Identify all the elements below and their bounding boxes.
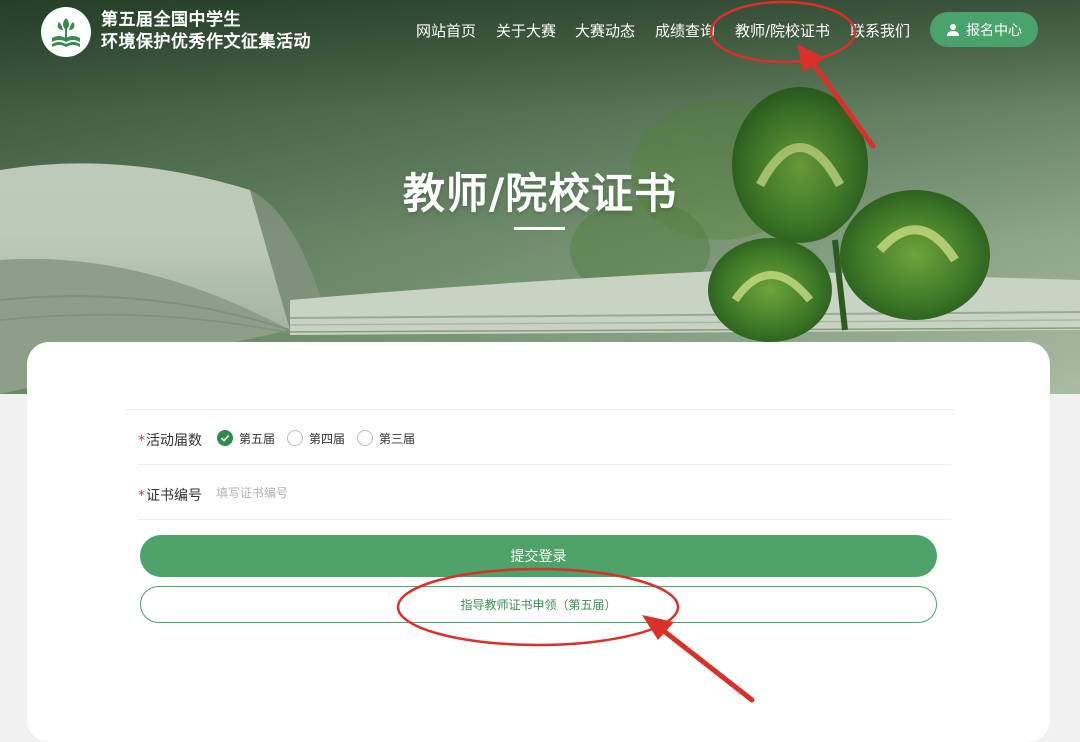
site-title-line1: 第五届全国中学生 (101, 10, 241, 30)
register-center-button[interactable]: 报名中心 (930, 12, 1038, 47)
check-icon (217, 430, 233, 446)
cert-label-text: 证书编号 (146, 488, 202, 504)
cert-number-label: *证书编号 (138, 485, 202, 505)
nav-item-about[interactable]: 关于大赛 (496, 20, 556, 42)
radio-session-4[interactable]: 第四届 (287, 429, 345, 447)
nav-item-score-query[interactable]: 成绩查询 (655, 20, 715, 42)
divider (125, 409, 955, 410)
radio-circle (357, 430, 373, 446)
radio-session-5[interactable]: 第五届 (217, 429, 275, 447)
radio-label: 第三届 (379, 431, 416, 446)
title-underline (514, 227, 565, 230)
divider (138, 519, 951, 520)
cert-number-input[interactable] (212, 480, 920, 506)
page-title: 教师/院校证书 (402, 169, 678, 218)
register-center-label: 报名中心 (966, 22, 1022, 39)
site-title-line2: 环境保护优秀作文征集活动 (101, 32, 311, 52)
site-title: 第五届全国中学生 环境保护优秀作文征集活动 (101, 9, 311, 53)
divider (138, 464, 951, 465)
session-label-text: 活动届数 (146, 433, 202, 449)
required-mark: * (138, 488, 145, 504)
radio-circle (287, 430, 303, 446)
submit-login-button[interactable]: 提交登录 (140, 535, 937, 577)
user-icon (947, 23, 959, 36)
radio-label: 第五届 (239, 431, 276, 446)
nav-item-contact[interactable]: 联系我们 (850, 20, 910, 42)
session-label: *活动届数 (138, 430, 202, 450)
nav-item-teacher-certificate[interactable]: 教师/院校证书 (735, 20, 830, 42)
teacher-certificate-apply-button[interactable]: 指导教师证书申领（第五届） (140, 586, 937, 623)
nav-item-home[interactable]: 网站首页 (416, 20, 476, 42)
radio-session-3[interactable]: 第三届 (357, 429, 415, 447)
nav-item-news[interactable]: 大赛动态 (575, 20, 635, 42)
site-logo[interactable] (40, 6, 92, 58)
radio-label: 第四届 (309, 431, 346, 446)
required-mark: * (138, 433, 145, 449)
